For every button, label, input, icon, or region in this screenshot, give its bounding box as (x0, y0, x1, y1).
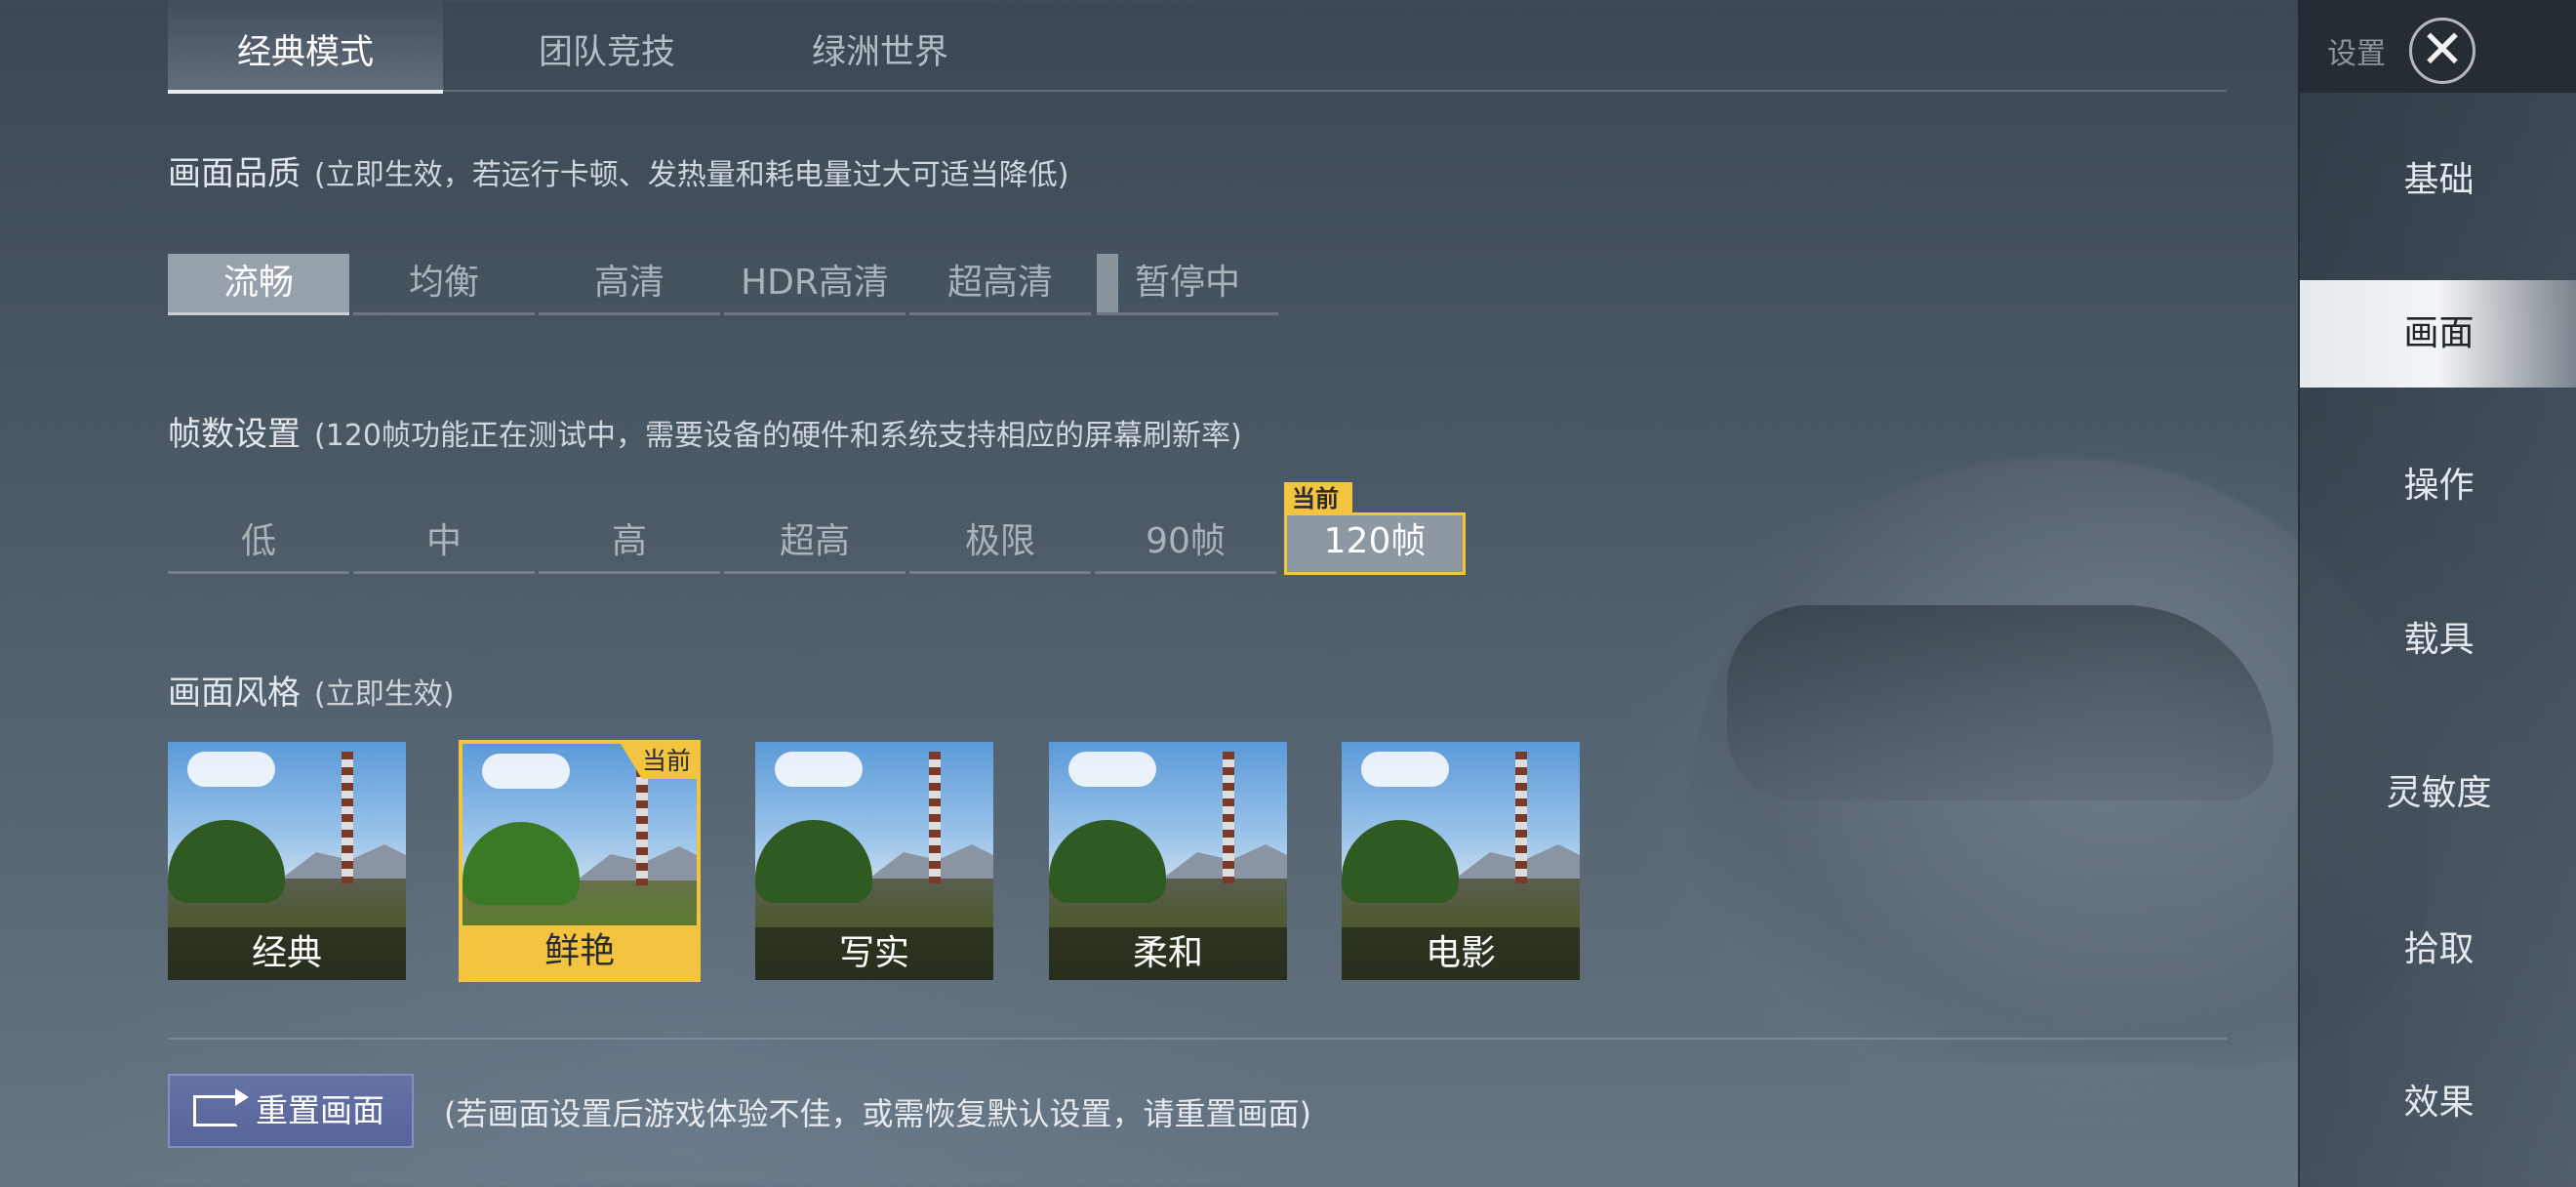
card-preview-tower (1223, 752, 1234, 883)
fps-option-extreme[interactable]: 极限 (909, 512, 1091, 574)
fps-option-90[interactable]: 90帧 (1095, 512, 1276, 574)
style-card-classic[interactable]: 经典 (168, 742, 406, 980)
mode-tabs: 经典模式 团队竞技 绿洲世界 (168, 0, 2227, 94)
sidebar-item-basic[interactable]: 基础 (2300, 127, 2576, 234)
card-preview-cloud (1361, 752, 1449, 787)
style-card-soft[interactable]: 柔和 (1049, 742, 1287, 980)
quality-section-title: 画面品质 (立即生效，若运行卡顿、发热量和耗电量过大可适当降低) (168, 146, 1068, 194)
style-card-label: 写实 (755, 927, 993, 980)
card-preview-cloud (775, 752, 863, 787)
style-card-label: 经典 (168, 927, 406, 980)
fps-option-medium[interactable]: 中 (353, 512, 535, 574)
close-icon[interactable]: ✕ (2409, 18, 2475, 84)
card-preview-tower (1515, 752, 1527, 883)
sidebar-item-vehicle[interactable]: 载具 (2300, 587, 2576, 694)
reset-button-label: 重置画面 (256, 1091, 384, 1129)
reset-icon (193, 1088, 249, 1126)
sidebar-item-controls[interactable]: 操作 (2300, 432, 2576, 540)
sidebar-item-sensitivity[interactable]: 灵敏度 (2300, 740, 2576, 847)
quality-option-balanced[interactable]: 均衡 (353, 254, 535, 315)
tab-team-deathmatch[interactable]: 团队竞技 (461, 0, 753, 90)
quality-note: (立即生效，若运行卡顿、发热量和耗电量过大可适当降低) (314, 158, 1069, 192)
fps-option-120[interactable]: 120帧 (1284, 512, 1466, 575)
card-preview-tower (929, 752, 941, 883)
fps-note: (120帧功能正在测试中，需要设备的硬件和系统支持相应的屏幕刷新率) (314, 419, 1242, 453)
background-helmet-visor (1727, 605, 2274, 800)
fps-current-tag: 当前 (1284, 482, 1352, 515)
fps-option-high[interactable]: 高 (539, 512, 720, 574)
tab-classic-mode[interactable]: 经典模式 (168, 0, 443, 94)
fps-option-ultra[interactable]: 超高 (724, 512, 906, 574)
quality-option-hd[interactable]: 高清 (539, 254, 720, 315)
fps-title: 帧数设置 (168, 415, 301, 454)
card-preview-cloud (1068, 752, 1156, 787)
style-card-label: 柔和 (1049, 927, 1287, 980)
quality-option-smooth[interactable]: 流畅 (168, 254, 349, 315)
sidebar-item-effects[interactable]: 效果 (2300, 1049, 2576, 1157)
card-preview-cloud (187, 752, 275, 787)
style-card-label: 鲜艳 (463, 925, 697, 978)
quality-option-paused[interactable]: 暂停中 (1097, 254, 1278, 315)
sidebar-header: 设置 ✕ (2300, 0, 2576, 93)
style-section-title: 画面风格 (立即生效) (168, 666, 454, 714)
style-card-realistic[interactable]: 写实 (755, 742, 993, 980)
reset-graphics-button[interactable]: 重置画面 (168, 1074, 414, 1148)
section-divider (168, 1038, 2227, 1040)
fps-option-low[interactable]: 低 (168, 512, 349, 574)
style-card-cinematic[interactable]: 电影 (1342, 742, 1580, 980)
card-preview-tower (342, 752, 353, 883)
settings-label: 设置 (2327, 37, 2386, 71)
style-card-vivid[interactable]: 当前 鲜艳 (459, 740, 701, 982)
style-card-label: 电影 (1342, 927, 1580, 980)
fps-section-title: 帧数设置 (120帧功能正在测试中，需要设备的硬件和系统支持相应的屏幕刷新率) (168, 407, 1242, 455)
card-preview-cloud (482, 754, 570, 789)
sidebar-item-pickup[interactable]: 拾取 (2300, 896, 2576, 1003)
quality-option-hdr-hd[interactable]: HDR高清 (724, 254, 906, 315)
settings-sidebar: 设置 ✕ 基础 画面 操作 载具 灵敏度 拾取 效果 (2298, 0, 2576, 1187)
quality-title: 画面品质 (168, 154, 301, 193)
style-title: 画面风格 (168, 674, 301, 713)
tab-oasis-world[interactable]: 绿洲世界 (734, 0, 1026, 90)
reset-note: (若画面设置后游戏体验不佳，或需恢复默认设置，请重置画面) (444, 1095, 1311, 1132)
quality-option-ultra-hd[interactable]: 超高清 (909, 254, 1091, 315)
style-note: (立即生效) (314, 677, 455, 712)
sidebar-item-graphics[interactable]: 画面 (2300, 280, 2576, 388)
